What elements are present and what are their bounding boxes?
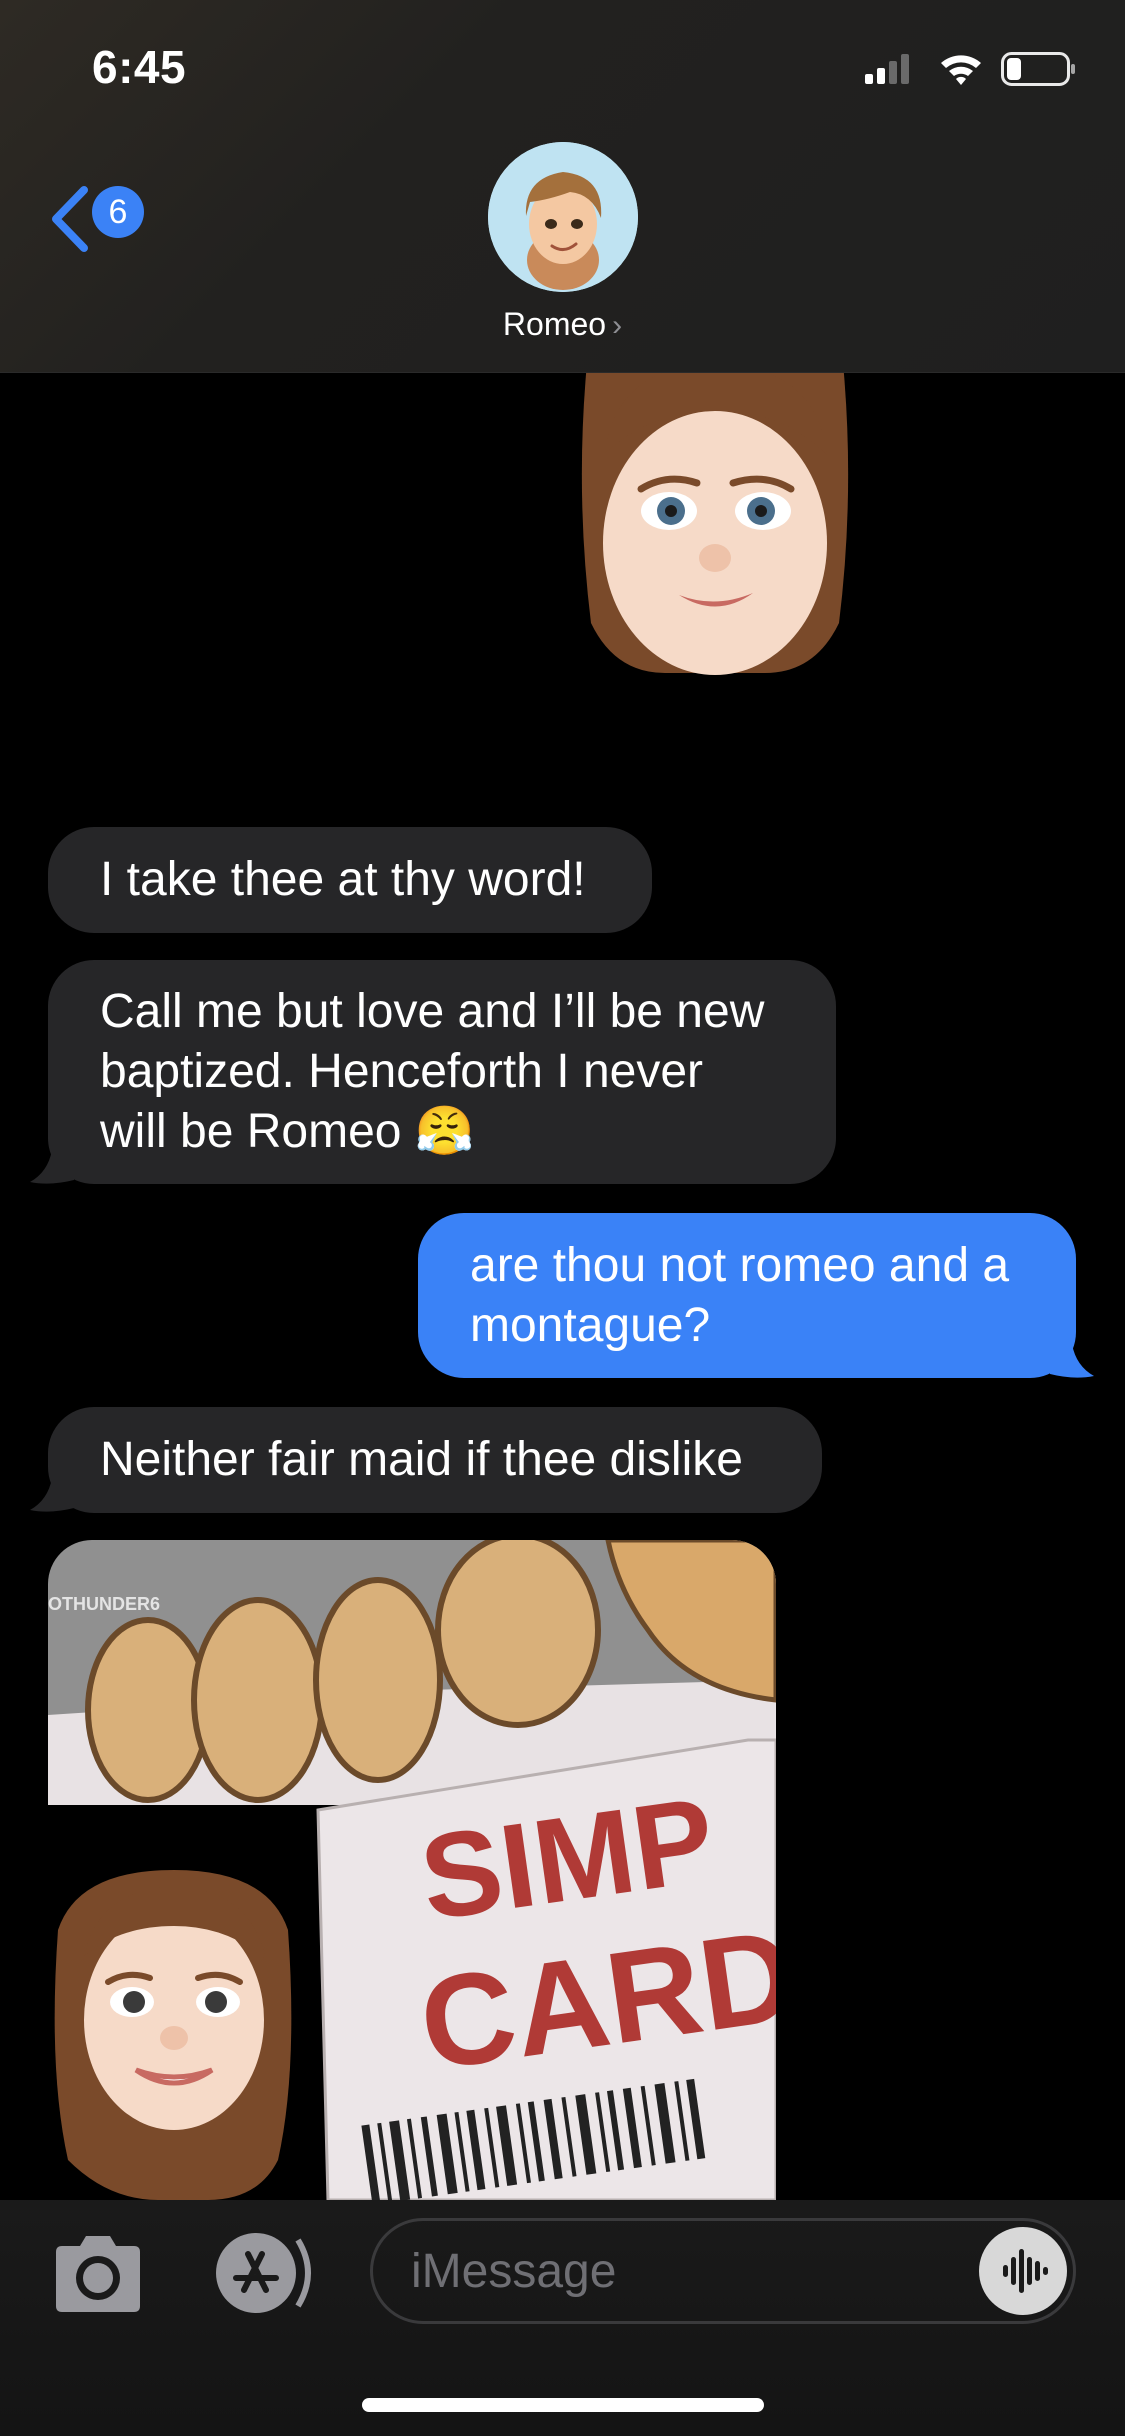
message-text: are thou not romeo and a montague?	[470, 1238, 1010, 1352]
received-message[interactable]: Call me but love and I’ll be new baptize…	[48, 960, 836, 1184]
camera-button[interactable]	[50, 2234, 146, 2314]
home-indicator[interactable]	[362, 2398, 764, 2412]
image-attachment[interactable]: OTHUNDER6 SIMP CARD	[48, 1540, 776, 2200]
unread-count-badge: 6	[92, 186, 144, 238]
boy-memoji-avatar	[488, 142, 638, 292]
chevron-left-icon	[52, 186, 88, 252]
bubble-tail	[30, 1478, 74, 1512]
message-field[interactable]	[370, 2218, 1076, 2324]
conversation-header: 6:45 6 Romeo ›	[0, 0, 1125, 373]
status-icons	[865, 52, 1075, 86]
received-message[interactable]: I take thee at thy word!	[48, 827, 652, 933]
apps-button[interactable]	[208, 2228, 320, 2318]
battery-icon	[1001, 52, 1075, 86]
chevron-right-icon: ›	[612, 309, 623, 342]
bubble-tail	[1050, 1344, 1094, 1378]
contact-name-link[interactable]: Romeo ›	[0, 306, 1125, 343]
sent-message[interactable]: are thou not romeo and a montague?	[418, 1213, 1076, 1378]
message-text: Neither fair maid if thee dislike	[100, 1433, 743, 1486]
message-text: Call me but love and I’ll be new baptize…	[100, 985, 765, 1158]
camera-icon	[56, 2236, 140, 2312]
signal-icon	[865, 54, 909, 84]
received-message[interactable]: Neither fair maid if thee dislike	[48, 1407, 822, 1513]
back-button[interactable]: 6	[48, 178, 158, 258]
message-input[interactable]	[411, 2221, 951, 2321]
simp-card-meme-image: OTHUNDER6 SIMP CARD	[48, 1540, 776, 2200]
waveform-icon	[1003, 2249, 1048, 2293]
memoji-sticker[interactable]	[555, 373, 875, 733]
message-text: I take thee at thy word!	[100, 853, 586, 906]
wifi-icon	[941, 55, 981, 85]
bubble-tail	[30, 1150, 74, 1184]
status-time: 6:45	[92, 41, 187, 93]
audio-message-button[interactable]	[979, 2227, 1067, 2315]
contact-name: Romeo	[502, 306, 607, 342]
image-watermark: OTHUNDER6	[48, 1594, 160, 1614]
contact-avatar[interactable]	[488, 142, 638, 292]
emoji: 😤	[414, 1105, 475, 1158]
app-store-icon	[216, 2233, 311, 2313]
memoji-sticker-overlay	[54, 1870, 292, 2200]
